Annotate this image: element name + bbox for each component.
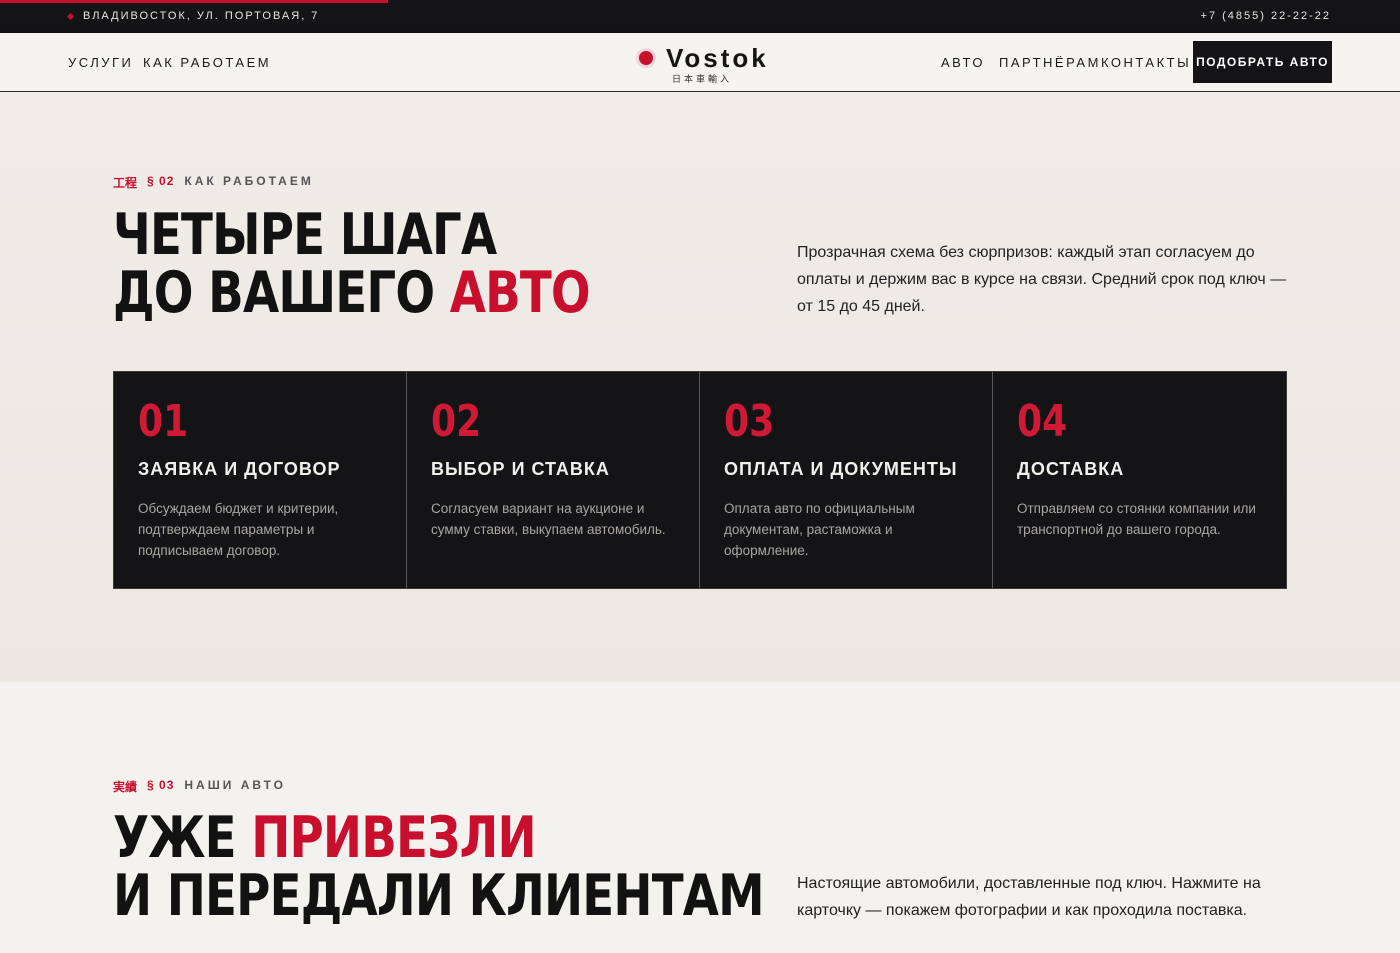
eyebrow-kanji: 実績 [113,780,138,794]
step-card: 02 ВЫБОР И СТАВКА Согласуем вариант на а… [407,372,700,588]
logo-wordmark: Vostok [666,43,769,73]
eyebrow-label: КАК РАБОТАЕМ [184,174,314,188]
headline-line1: УЖЕ ПРИВЕЗЛИ [113,809,764,867]
section-headline: ЧЕТЫРЕ ШАГА ДО ВАШЕГО АВТО [113,202,591,322]
step-number: 01 [138,396,189,447]
step-number: 02 [431,396,482,447]
step-card: 03 ОПЛАТА И ДОКУМЕНТЫ Оплата авто по офи… [700,372,993,588]
pick-car-button[interactable]: ПОДОБРАТЬ АВТО [1193,41,1332,83]
section-eyebrow: 実績 § 03 НАШИ АВТО [113,778,286,795]
section-eyebrow: 工程 § 02 КАК РАБОТАЕМ [113,174,314,191]
headline-line2: ДО ВАШЕГО АВТО [113,264,591,322]
step-description: Согласуем вариант на аукционе и сумму ст… [431,501,666,537]
step-description: Отправляем со стоянки компании или транс… [1017,501,1256,537]
headline-accent: ПРИВЕЗЛИ [251,805,536,871]
address-text: ВЛАДИВОСТОК, УЛ. ПОРТОВАЯ, 7 [83,10,320,22]
headline-plain: УЖЕ [113,805,237,871]
accent-progress-line [0,0,388,3]
headline-accent: АВТО [449,260,591,326]
logo-kanji: 日本車輸入 [672,74,733,84]
nav-how-we-work[interactable]: КАК РАБОТАЕМ [143,55,271,70]
step-card: 01 ЗАЯВКА И ДОГОВОР Обсуждаем бюджет и к… [114,372,407,588]
step-description: Обсуждаем бюджет и критерии, подтверждае… [138,501,339,558]
headline-line2: И ПЕРЕДАЛИ КЛИЕНТАМ [113,863,765,929]
main-navbar: УСЛУГИ КАК РАБОТАЕМ Vostok 日本車輸入 АВТО ПА… [0,33,1400,92]
nav-services[interactable]: УСЛУГИ [68,55,133,70]
step-title: ОПЛАТА И ДОКУМЕНТЫ [724,459,958,479]
section-lead: Прозрачная схема без сюрпризов: каждый э… [797,244,1287,315]
step-title: ВЫБОР И СТАВКА [431,459,610,479]
phone-link[interactable]: +7 (4855) 22-22-22 [1201,10,1331,22]
our-cars-section: 実績 § 03 НАШИ АВТО УЖЕ ПРИВЕЗЛИ И ПЕРЕДАЛ… [0,682,1400,953]
section-lead: Настоящие автомобили, доставленные под к… [797,875,1261,919]
step-description: Оплата авто по официальным документам, р… [724,501,915,558]
headline-line1: ЧЕТЫРЕ ШАГА [113,202,497,268]
rising-sun-icon [639,51,653,65]
step-number: 04 [1017,396,1068,447]
top-info-bar: ВЛАДИВОСТОК, УЛ. ПОРТОВАЯ, 7 +7 (4855) 2… [0,0,1400,33]
how-we-work-section: 工程 § 02 КАК РАБОТАЕМ ЧЕТЫРЕ ШАГА ДО ВАШЕ… [0,92,1400,682]
nav-contacts[interactable]: КОНТАКТЫ [1101,55,1191,70]
nav-cars[interactable]: АВТО [941,55,985,70]
headline-line2-text: ДО ВАШЕГО [113,260,435,326]
nav-partners[interactable]: ПАРТНЁРАМ [999,55,1101,70]
eyebrow-kanji: 工程 [113,176,138,190]
steps-grid: 01 ЗАЯВКА И ДОГОВОР Обсуждаем бюджет и к… [113,371,1287,589]
eyebrow-number: § 02 [147,174,175,188]
step-title: ДОСТАВКА [1017,459,1125,479]
section-headline: УЖЕ ПРИВЕЗЛИ И ПЕРЕДАЛИ КЛИЕНТАМ [113,809,765,929]
eyebrow-number: § 03 [147,778,175,792]
diamond-icon [66,12,75,20]
address: ВЛАДИВОСТОК, УЛ. ПОРТОВАЯ, 7 [66,10,320,22]
logo[interactable]: Vostok 日本車輸入 [636,43,766,85]
step-number: 03 [724,396,775,447]
step-card: 04 ДОСТАВКА Отправляем со стоянки компан… [993,372,1286,588]
step-title: ЗАЯВКА И ДОГОВОР [138,459,341,479]
eyebrow-label: НАШИ АВТО [184,778,286,792]
